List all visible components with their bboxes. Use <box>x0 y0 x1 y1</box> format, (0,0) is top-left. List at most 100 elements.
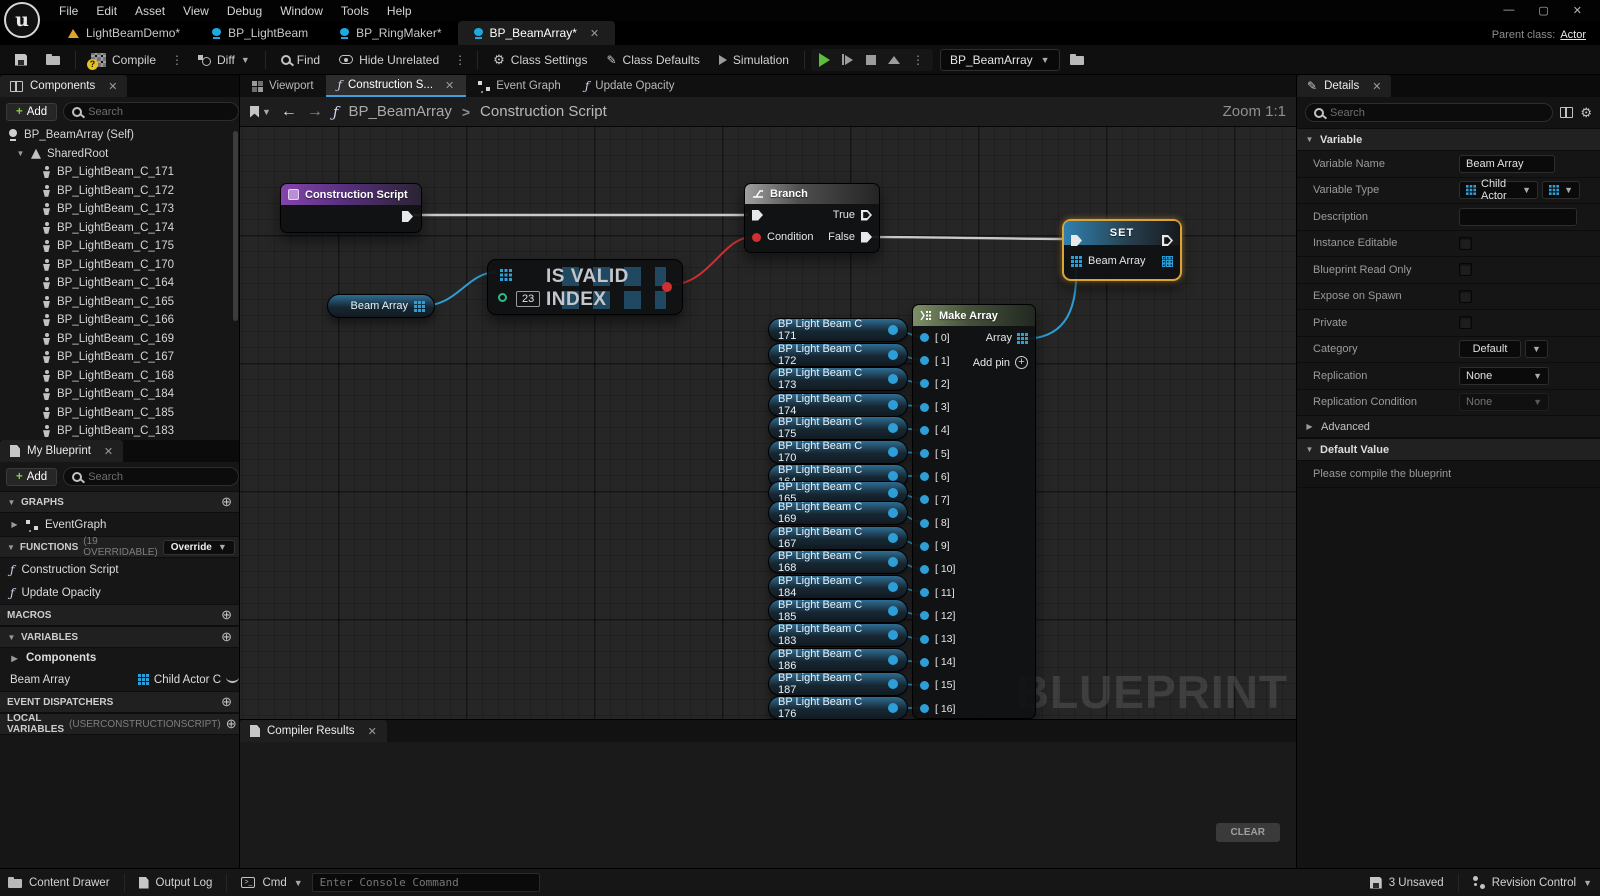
closed-eye-icon[interactable] <box>226 676 239 683</box>
object-output-pin[interactable] <box>888 400 898 410</box>
expander-arrow-icon[interactable]: ▶ <box>10 520 19 529</box>
replication-dropdown[interactable]: None▼ <box>1459 367 1549 385</box>
object-output-pin[interactable] <box>888 350 898 360</box>
tree-item[interactable]: BP_LightBeam_C_166 <box>0 311 239 330</box>
array-element-pin[interactable]: [ 5] <box>913 442 1035 465</box>
maximize-button[interactable]: ▢ <box>1528 4 1558 17</box>
result-output-pin[interactable] <box>662 282 672 292</box>
beam-array-get-node[interactable]: Beam Array <box>327 294 435 318</box>
close-icon[interactable]: ✕ <box>445 79 454 92</box>
object-output-pin[interactable] <box>888 630 898 640</box>
back-button[interactable]: ← <box>281 103 297 121</box>
update-opacity-row[interactable]: ƒUpdate Opacity <box>0 581 239 604</box>
components-panel-tab[interactable]: Components ✕ <box>0 75 127 97</box>
variable-type-dropdown[interactable]: Child Actor▼ <box>1459 181 1538 199</box>
blueprint-graph-canvas[interactable]: BLUEPRINT <box>240 127 1296 719</box>
get-node[interactable]: BP Light Beam C 172 <box>768 343 908 367</box>
tab-viewport[interactable]: Viewport <box>240 75 326 97</box>
tree-item[interactable]: BP_LightBeam_C_165 <box>0 293 239 312</box>
get-node[interactable]: BP Light Beam C 170 <box>768 440 908 464</box>
hide-unrelated-button[interactable]: Hide Unrelated <box>330 49 448 71</box>
exec-input-pin[interactable] <box>752 210 763 221</box>
play-target-dropdown[interactable]: BP_BeamArray▼ <box>940 49 1060 71</box>
tab-bp-lightbeam[interactable]: BP_LightBeam <box>196 21 324 45</box>
details-search-input[interactable] <box>1330 107 1544 119</box>
get-node[interactable]: BP Light Beam C 185 <box>768 599 908 623</box>
object-output-pin[interactable] <box>888 325 898 335</box>
tree-item[interactable]: BP_LightBeam_C_175 <box>0 237 239 256</box>
construction-script-row[interactable]: ƒConstruction Script <box>0 558 239 581</box>
add-variable-icon[interactable]: ⊕ <box>221 629 232 645</box>
expander-arrow-icon[interactable]: ▼ <box>16 149 25 158</box>
frame-skip-button[interactable] <box>838 51 858 69</box>
details-search[interactable] <box>1305 103 1553 122</box>
functions-section-header[interactable]: ▼ FUNCTIONS(19 OVERRIDABLE) Override▼ ⊕ <box>0 536 239 558</box>
beam-array-variable-row[interactable]: Beam Array Child Actor C <box>0 668 239 691</box>
tab-update-opacity[interactable]: ƒUpdate Opacity <box>573 75 687 97</box>
hide-unrelated-options-kebab[interactable]: ⋮ <box>449 53 471 67</box>
event-dispatchers-section-header[interactable]: EVENT DISPATCHERS⊕ <box>0 691 239 713</box>
instance-editable-checkbox[interactable] <box>1459 237 1472 250</box>
false-exec-pin[interactable] <box>861 232 872 243</box>
local-variables-section-header[interactable]: LOCAL VARIABLES(USERCONSTRUCTIONSCRIPT) … <box>0 713 239 735</box>
object-output-pin[interactable] <box>888 557 898 567</box>
construction-script-node[interactable]: Construction Script <box>280 183 422 233</box>
output-log-button[interactable]: Output Log <box>139 877 213 889</box>
menu-debug[interactable]: Debug <box>218 2 271 20</box>
private-checkbox[interactable] <box>1459 316 1472 329</box>
array-element-pin[interactable]: [ 2] <box>913 372 1035 395</box>
minimize-button[interactable]: — <box>1493 4 1524 17</box>
close-icon[interactable]: ✕ <box>108 80 117 93</box>
object-output-pin[interactable] <box>888 471 898 481</box>
tab-bp-beamarray[interactable]: BP_BeamArray* ✕ <box>458 21 616 45</box>
set-beam-array-node[interactable]: SET Beam Array <box>1062 219 1182 281</box>
object-output-pin[interactable] <box>888 582 898 592</box>
array-element-pin[interactable]: [ 8] <box>913 512 1035 535</box>
array-element-pin[interactable]: [ 15] <box>913 674 1035 697</box>
play-button[interactable] <box>815 51 835 69</box>
expose-on-spawn-checkbox[interactable] <box>1459 290 1472 303</box>
components-category-row[interactable]: ▶Components <box>0 648 239 668</box>
forward-button[interactable]: → <box>307 103 323 121</box>
menu-window[interactable]: Window <box>271 2 332 20</box>
get-node[interactable]: BP Light Beam C 173 <box>768 367 908 391</box>
close-icon[interactable]: ✕ <box>1372 80 1381 93</box>
object-output-pin[interactable] <box>888 488 898 498</box>
tab-construction-script[interactable]: ƒConstruction S... ✕ <box>326 75 467 97</box>
object-output-pin[interactable] <box>888 447 898 457</box>
class-settings-button[interactable]: ⚙Class Settings <box>484 48 596 72</box>
menu-edit[interactable]: Edit <box>87 2 126 20</box>
array-element-pin[interactable]: [ 13] <box>913 627 1035 650</box>
get-node[interactable]: BP Light Beam C 187 <box>768 672 908 696</box>
index-input-pin[interactable] <box>498 293 507 302</box>
override-dropdown[interactable]: Override▼ <box>163 540 235 555</box>
add-blueprint-item-button[interactable]: +Add <box>6 468 57 486</box>
compiler-results-tab[interactable]: Compiler Results ✕ <box>240 720 387 742</box>
add-local-variable-icon[interactable]: ⊕ <box>226 716 237 732</box>
variable-section-header[interactable]: ▼Variable <box>1297 128 1600 151</box>
array-output-pin[interactable]: Array <box>986 332 1028 344</box>
compile-options-kebab[interactable]: ⋮ <box>166 53 188 67</box>
tree-item[interactable]: BP_LightBeam_C_173 <box>0 200 239 219</box>
tree-item[interactable]: BP_LightBeam_C_169 <box>0 330 239 349</box>
get-node[interactable]: BP Light Beam C 176 <box>768 696 908 719</box>
menu-help[interactable]: Help <box>378 2 421 20</box>
menu-view[interactable]: View <box>174 2 218 20</box>
array-element-pin[interactable]: [ 6] <box>913 465 1035 488</box>
get-node[interactable]: BP Light Beam C 183 <box>768 623 908 647</box>
close-button[interactable]: ✕ <box>1563 4 1592 17</box>
condition-pin[interactable] <box>752 233 761 242</box>
eventgraph-row[interactable]: ▶ EventGraph <box>0 513 239 536</box>
parent-class-link[interactable]: Actor <box>1560 29 1586 41</box>
close-icon[interactable]: ✕ <box>590 27 599 40</box>
components-search-input[interactable] <box>88 106 230 118</box>
get-node[interactable]: BP Light Beam C 184 <box>768 575 908 599</box>
object-output-pin[interactable] <box>888 655 898 665</box>
object-output-pin[interactable] <box>888 679 898 689</box>
tab-event-graph[interactable]: Event Graph <box>466 75 573 97</box>
array-element-pin[interactable]: [ 16] <box>913 697 1035 719</box>
graphs-section-header[interactable]: ▼GRAPHS ⊕ <box>0 491 239 513</box>
exec-output-pin[interactable] <box>402 211 413 222</box>
container-type-dropdown[interactable]: ▼ <box>1542 181 1580 199</box>
compile-button[interactable]: ? Compile <box>82 49 165 71</box>
